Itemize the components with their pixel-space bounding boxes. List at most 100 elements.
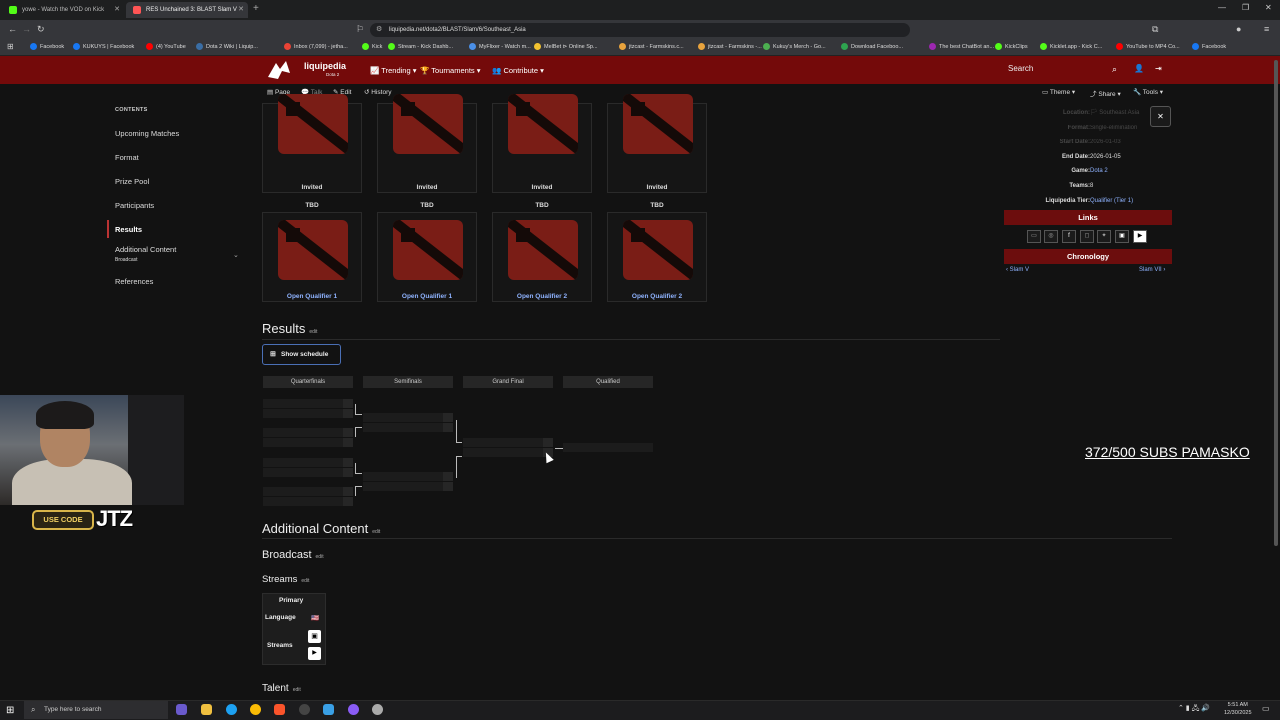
bookmark-item[interactable]: KUKUYS | Facebook: [73, 43, 134, 50]
show-schedule-button[interactable]: ⊞ Show schedule: [262, 344, 341, 365]
team-card-label[interactable]: Open Qualifier 1: [263, 293, 361, 300]
bracket-slot[interactable]: [363, 472, 453, 481]
bookmark-item[interactable]: The best ChatBot an...: [929, 43, 994, 50]
brave-icon[interactable]: [274, 704, 285, 715]
app-icon[interactable]: [348, 704, 359, 715]
infobox-value[interactable]: Qualifier (Tier 1): [1090, 194, 1133, 208]
team-card[interactable]: Open Qualifier 1: [262, 212, 362, 302]
toc-subitem-broadcast[interactable]: Broadcast: [115, 257, 138, 263]
share-menu[interactable]: ⤴ Share ▾: [1090, 88, 1121, 98]
liquipedia-logo-icon[interactable]: [266, 59, 292, 81]
back-icon[interactable]: ←: [8, 24, 17, 34]
toc-item-additional-content[interactable]: Additional Content: [115, 245, 176, 254]
bookmark-item[interactable]: Inbox (7,099) - jetha...: [284, 43, 348, 50]
chevron-down-icon[interactable]: ⌄: [233, 251, 239, 259]
toc-item-format[interactable]: Format: [115, 153, 139, 162]
search-icon[interactable]: ⌕: [1112, 64, 1117, 75]
team-card[interactable]: Open Qualifier 1: [377, 212, 477, 302]
team-card[interactable]: Open Qualifier 2: [492, 212, 592, 302]
nav-trending[interactable]: 📈 Trending ▾: [370, 66, 416, 75]
twitter-icon[interactable]: ✦: [1097, 230, 1111, 243]
close-tab-icon[interactable]: ✕: [114, 5, 120, 13]
nav-tournaments[interactable]: 🏆 Tournaments ▾: [420, 66, 481, 75]
bookmark-item[interactable]: MelBet ⊳ Online Sp...: [534, 43, 598, 50]
windows-start-icon[interactable]: ⊞: [6, 705, 14, 716]
edit-link[interactable]: edit: [316, 554, 324, 560]
discord-icon[interactable]: ◎: [1044, 230, 1058, 243]
minimize-button[interactable]: —: [1218, 3, 1226, 12]
bracket-slot[interactable]: [263, 438, 353, 447]
website-icon[interactable]: ▭: [1027, 230, 1041, 243]
nav-contribute[interactable]: 👥 Contribute ▾: [492, 66, 544, 75]
bookmark-item[interactable]: Dota 2 Wiki | Liquip...: [196, 43, 258, 50]
profile-icon[interactable]: ●: [1236, 24, 1241, 34]
browser-tab[interactable]: yowe - Watch the VOD on Kick ✕: [2, 2, 124, 18]
tools-menu[interactable]: 🔧 Tools ▾: [1133, 88, 1163, 96]
bracket-slot[interactable]: [563, 443, 653, 452]
theme-menu[interactable]: ▭ Theme ▾: [1042, 88, 1075, 96]
forward-icon[interactable]: →: [22, 24, 31, 34]
team-card[interactable]: Open Qualifier 2: [607, 212, 707, 302]
address-bar[interactable]: ⚙ liquipedia.net/dota2/BLAST/Slam/6/Sout…: [370, 23, 910, 37]
chronology-prev-link[interactable]: ‹ Slam V: [1006, 267, 1029, 273]
bookmark-item[interactable]: Kick: [362, 43, 382, 50]
toc-item-participants[interactable]: Participants: [115, 201, 154, 210]
browser-tab-active[interactable]: RES Unchained 3: BLAST Slam V ✕: [126, 2, 248, 18]
bookmark-item[interactable]: Stream - Kick Dashb...: [388, 43, 453, 50]
taskbar-search-input[interactable]: ⌕ Type here to search: [24, 701, 168, 719]
bracket-slot[interactable]: [263, 399, 353, 408]
team-card[interactable]: Invited: [492, 94, 592, 193]
steam-icon[interactable]: [372, 704, 383, 715]
bracket-slot[interactable]: [263, 428, 353, 437]
bookmark-item[interactable]: YouTube to MP4 Co...: [1116, 43, 1180, 50]
new-tab-button[interactable]: +: [253, 3, 259, 14]
twitch-icon[interactable]: ▣: [1115, 230, 1129, 243]
notifications-icon[interactable]: ▭: [1262, 704, 1270, 713]
bracket-slot[interactable]: [263, 458, 353, 467]
bracket-slot[interactable]: [463, 448, 553, 457]
reload-icon[interactable]: ↻: [37, 24, 45, 35]
site-info-icon[interactable]: ⚙: [376, 23, 382, 37]
apps-grid-icon[interactable]: ⊞: [7, 42, 14, 51]
bracket-slot[interactable]: [363, 482, 453, 491]
login-icon[interactable]: ⇥: [1155, 64, 1162, 73]
edit-link[interactable]: edit: [301, 578, 309, 584]
search-input[interactable]: Search: [1008, 64, 1033, 73]
team-card[interactable]: Invited: [377, 94, 477, 193]
edit-link[interactable]: edit: [372, 529, 380, 535]
toc-item-results[interactable]: Results: [115, 225, 142, 234]
youtube-icon[interactable]: ▶: [308, 647, 321, 660]
file-explorer-icon[interactable]: [201, 704, 212, 715]
edge-icon[interactable]: [226, 704, 237, 715]
system-tray-icons[interactable]: ⌃ ▮ 🖧 🔊: [1178, 704, 1210, 715]
bookmark-item[interactable]: Kukuy's Merch - Go...: [763, 43, 826, 50]
bookmark-item[interactable]: Download Faceboo...: [841, 43, 903, 50]
bracket-slot[interactable]: [263, 409, 353, 418]
chrome-icon[interactable]: [250, 704, 261, 715]
page-scrollbar[interactable]: [1274, 60, 1278, 546]
toc-item-upcoming-matches[interactable]: Upcoming Matches: [115, 129, 179, 138]
maximize-button[interactable]: ❐: [1242, 3, 1249, 12]
bracket-slot[interactable]: [463, 438, 553, 447]
site-logo-text[interactable]: liquipedia: [304, 61, 346, 71]
close-infobox-button[interactable]: ✕: [1150, 106, 1171, 127]
infobox-value[interactable]: Dota 2: [1090, 164, 1108, 178]
instagram-icon[interactable]: ◻: [1080, 230, 1094, 243]
bookmark-item[interactable]: MyFlixer - Watch m...: [469, 43, 531, 50]
team-card-label[interactable]: Open Qualifier 1: [378, 293, 476, 300]
team-card[interactable]: Invited: [262, 94, 362, 193]
chronology-next-link[interactable]: Slam VII ›: [1139, 267, 1165, 273]
menu-icon[interactable]: ≡: [1264, 24, 1269, 34]
team-card-label[interactable]: Open Qualifier 2: [608, 293, 706, 300]
app-icon[interactable]: [323, 704, 334, 715]
bookmark-item[interactable]: Kicklet.app - Kick C...: [1040, 43, 1102, 50]
extensions-icon[interactable]: ⧉: [1152, 24, 1158, 35]
bookmark-item[interactable]: Facebook: [1192, 43, 1226, 50]
bookmark-item[interactable]: KickClips: [995, 43, 1028, 50]
bookmark-item[interactable]: jtzcast - Farmskins.c...: [619, 43, 684, 50]
bracket-slot[interactable]: [263, 468, 353, 477]
history-tab[interactable]: ↺ History: [364, 88, 392, 96]
bracket-slot[interactable]: [363, 413, 453, 422]
bracket-slot[interactable]: [363, 423, 453, 432]
youtube-icon[interactable]: ▶: [1133, 230, 1147, 243]
